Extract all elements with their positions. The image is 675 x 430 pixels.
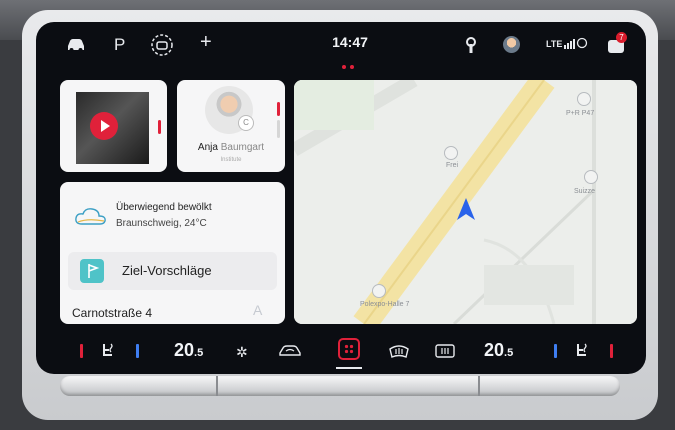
weather-condition: Überwiegend bewölkt: [116, 202, 212, 213]
map-poi-icon: [577, 92, 591, 106]
seat-heat-right-indicator: [610, 344, 613, 358]
map-poi-icon: [584, 170, 598, 184]
contact-page-indicator: [277, 102, 280, 116]
wireless-charging-icon[interactable]: [464, 37, 478, 53]
map-label: P+R P47: [566, 110, 595, 117]
signal-icon: [564, 37, 588, 49]
rail-separator: [216, 376, 218, 396]
network-label: LTE: [546, 39, 563, 49]
destination-address[interactable]: Carnotstraße 4: [72, 306, 152, 320]
contact-last-name: Baumgart: [220, 142, 265, 153]
clock: 14:47: [332, 34, 368, 50]
assist-car-icon[interactable]: [150, 34, 174, 56]
weather-location: Braunschweig, 24°C: [116, 218, 207, 229]
seat-heat-left-indicator: [80, 344, 83, 358]
media-card[interactable]: [60, 80, 167, 172]
temperature-right-value: 20: [484, 340, 505, 360]
contact-badge: C: [238, 115, 254, 131]
destination-suggestions-label: Ziel-Vorschläge: [122, 263, 212, 278]
plus-icon[interactable]: +: [200, 32, 212, 52]
map-poi-icon: [372, 284, 386, 298]
park-button[interactable]: P: [114, 35, 125, 55]
page-indicator: [340, 56, 356, 74]
map-label: Frei: [446, 162, 459, 169]
destination-marker: A: [253, 302, 263, 318]
recirculation-icon[interactable]: [278, 344, 302, 358]
map-poi-icon: [444, 146, 458, 160]
notification-badge: 7: [616, 32, 627, 43]
hand-rest-rail: [60, 376, 620, 396]
seat-heat-left-icon[interactable]: [98, 341, 118, 361]
profile-avatar[interactable]: [503, 36, 520, 53]
map-label: Polexpo-Halle 7: [360, 301, 410, 308]
destination-suggestions-button[interactable]: Ziel-Vorschläge: [68, 252, 277, 290]
contact-name: Anja Baumgart: [177, 142, 285, 153]
temperature-right-decimal: .5: [504, 347, 514, 359]
contact-subtitle: Institute: [220, 157, 242, 163]
apps-menu-button[interactable]: [338, 338, 360, 360]
navigation-map[interactable]: P+R P47 Frei Suizze Polexpo-Halle 7: [294, 80, 637, 324]
contact-card[interactable]: C Anja Baumgart Institute: [177, 80, 285, 172]
seat-cool-right-indicator: [554, 344, 557, 358]
temperature-right[interactable]: 20.5: [484, 340, 513, 361]
apps-menu-underline: [336, 367, 362, 369]
info-card: Überwiegend bewölkt Braunschweig, 24°C Z…: [60, 182, 285, 324]
front-defrost-icon[interactable]: [388, 343, 410, 359]
rail-separator: [478, 376, 480, 396]
play-icon[interactable]: [90, 112, 118, 140]
flag-icon: [80, 259, 104, 283]
contact-first-name: Anja: [197, 142, 218, 153]
status-bar: P + 14:47 LTE 7: [36, 22, 646, 69]
car-icon[interactable]: [66, 38, 86, 52]
temperature-left-value: 20: [174, 340, 195, 360]
climate-bar: 20.5 ✲ 20.5: [36, 330, 646, 374]
rear-defrost-icon[interactable]: [434, 343, 456, 359]
map-label: Suizze: [574, 188, 596, 195]
temperature-left[interactable]: 20.5: [174, 340, 203, 361]
seat-heat-right-icon[interactable]: [572, 341, 592, 361]
contact-page-indicator-inactive: [277, 120, 280, 138]
seat-cool-left-indicator: [136, 344, 139, 358]
infotainment-screen: P + 14:47 LTE 7 C Anja Baumgart Institut…: [36, 22, 646, 374]
temperature-left-decimal: .5: [194, 347, 204, 359]
media-progress-indicator: [158, 120, 161, 134]
cloud-icon: [75, 208, 106, 225]
fan-icon[interactable]: ✲: [236, 342, 248, 362]
